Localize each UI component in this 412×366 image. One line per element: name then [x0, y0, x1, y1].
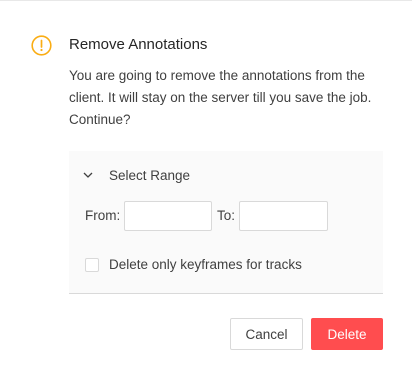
keyframes-only-label: Delete only keyframes for tracks — [109, 257, 302, 272]
exclamation-circle-icon — [31, 35, 52, 56]
from-input[interactable] — [124, 201, 212, 231]
dialog-top-divider — [0, 0, 412, 1]
keyframes-only-option[interactable]: Delete only keyframes for tracks — [85, 257, 302, 272]
to-label: To: — [217, 208, 236, 223]
from-label: From: — [85, 208, 121, 223]
dialog-title: Remove Annotations — [69, 36, 208, 53]
select-range-header: Select Range — [109, 167, 191, 183]
to-input[interactable] — [239, 201, 328, 231]
delete-button[interactable]: Delete — [311, 318, 383, 350]
dialog-message: You are going to remove the annotations … — [69, 68, 372, 127]
select-range-toggle[interactable]: Select Range — [83, 165, 190, 185]
chevron-down-icon — [83, 172, 93, 178]
select-range-panel: Select Range From: To: Delete only keyfr… — [69, 151, 383, 294]
remove-annotations-dialog: Remove Annotations You are going to remo… — [0, 0, 412, 366]
keyframes-only-checkbox[interactable] — [85, 257, 99, 272]
cancel-button[interactable]: Cancel — [230, 318, 303, 350]
